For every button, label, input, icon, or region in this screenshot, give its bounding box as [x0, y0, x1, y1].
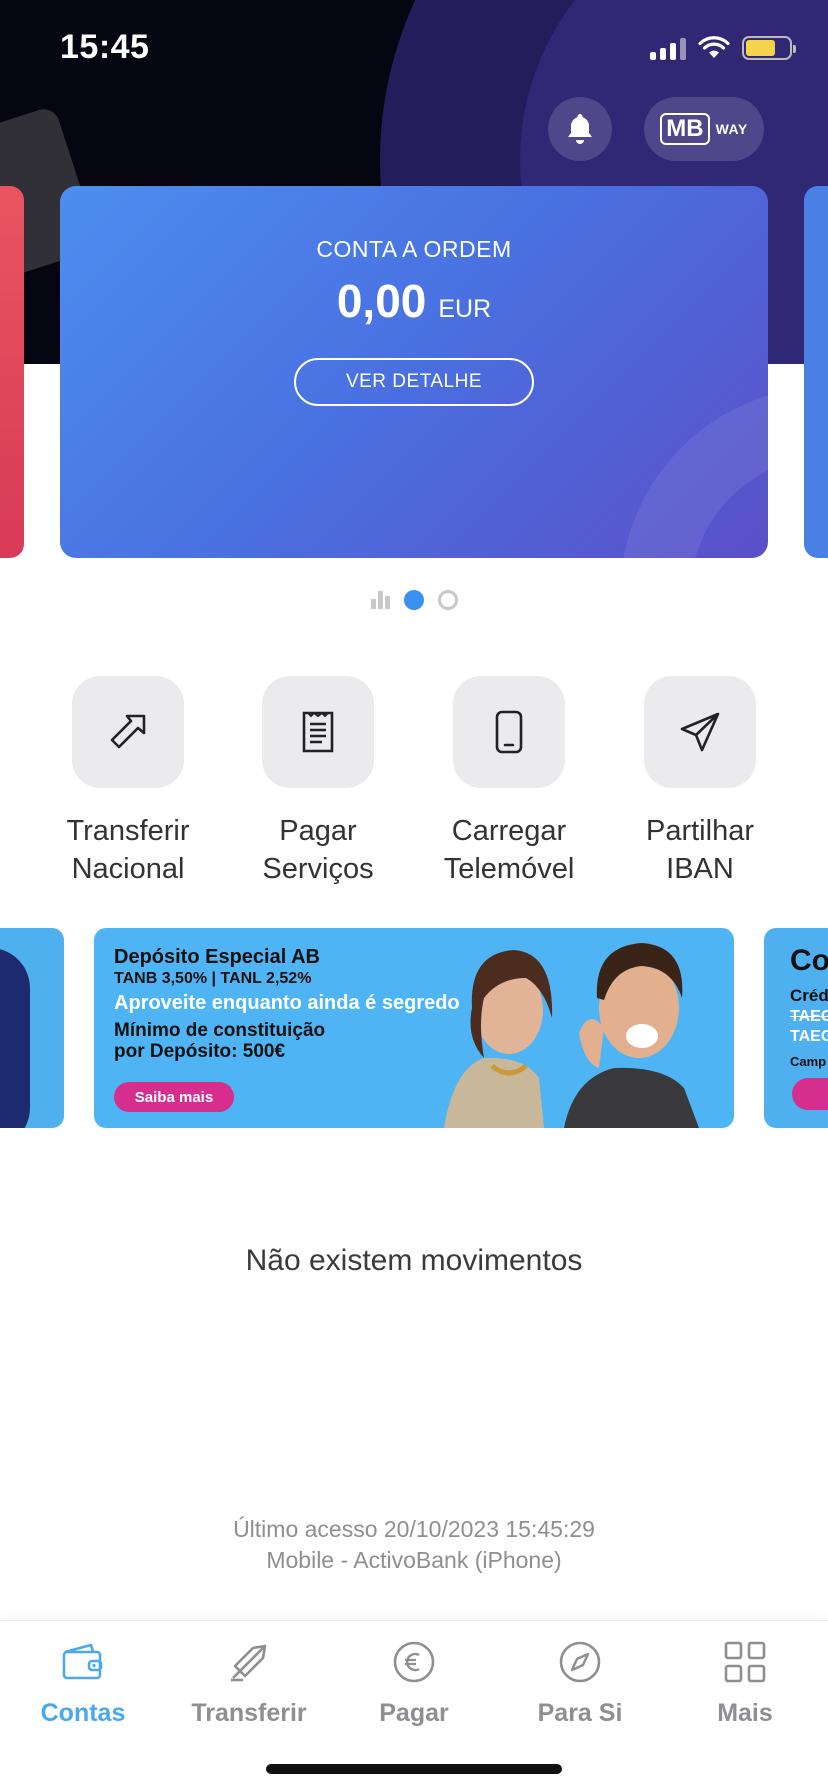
quick-action-share-iban[interactable]: Partilhar IBAN: [605, 676, 795, 888]
transfer-icon: [231, 1644, 267, 1682]
mbway-button[interactable]: MB WAY: [644, 97, 764, 161]
quick-action-label: Partilhar IBAN: [646, 815, 754, 885]
quick-action-transfer-national[interactable]: Transferir Nacional: [33, 676, 223, 888]
carousel-card-next[interactable]: [804, 186, 828, 558]
promo-people-image: [444, 943, 699, 1128]
battery-icon: [742, 36, 796, 60]
promo-banner-next[interactable]: Co Créd TAEG TAEG Camp: [764, 928, 828, 1128]
quick-action-label: Carregar Telemóvel: [443, 815, 575, 885]
promo-next-line4: Camp: [790, 1054, 827, 1069]
promo-minimum-line1: Mínimo de constituição: [114, 1020, 326, 1041]
carousel-pager: [0, 590, 828, 610]
promo-rates: TANB 3,50% | TANL 2,52%: [114, 970, 312, 987]
carousel-card-previous[interactable]: [0, 186, 24, 558]
tab-pagar[interactable]: Pagar: [331, 1637, 497, 1728]
arrow-up-right-icon: [110, 714, 146, 749]
account-card[interactable]: CONTA A ORDEM 0,00 EUR VER DETALHE: [60, 186, 768, 558]
view-detail-button[interactable]: VER DETALHE: [294, 358, 534, 406]
home-indicator[interactable]: [266, 1764, 562, 1774]
mbway-label: WAY: [715, 121, 748, 137]
quick-action-icon-box[interactable]: [262, 676, 374, 788]
tab-label: Para Si: [537, 1699, 623, 1727]
quick-actions: Transferir Nacional Pagar Serviços Carre…: [0, 676, 828, 896]
account-type: CONTA A ORDEM: [316, 236, 512, 262]
card-decoration: [620, 386, 768, 558]
last-access-device: Mobile - ActivoBank (iPhone): [266, 1547, 562, 1573]
movements-empty-message: Não existem movimentos: [245, 1244, 583, 1277]
tab-para-si[interactable]: Para Si: [497, 1637, 663, 1728]
euro-icon: [393, 1641, 435, 1683]
quick-action-pay-services[interactable]: Pagar Serviços: [223, 676, 413, 888]
account-currency: EUR: [438, 295, 492, 323]
chart-icon[interactable]: [370, 591, 390, 609]
tab-contas[interactable]: Contas: [0, 1637, 166, 1728]
promo-next-line2: TAEG: [790, 1008, 828, 1025]
wifi-icon: [698, 36, 730, 58]
promo-next-line1: Créd: [790, 986, 828, 1005]
quick-action-label: Transferir Nacional: [66, 815, 190, 885]
balance-row: 0,00 EUR: [60, 274, 768, 328]
last-access-info: Último acesso 20/10/2023 15:45:29 Mobile…: [0, 1514, 828, 1576]
pager-dot[interactable]: [437, 590, 458, 610]
promo-tagline: Aproveite enquanto ainda é segredo: [114, 992, 460, 1014]
tab-label: Mais: [717, 1699, 773, 1727]
status-icons: [650, 36, 796, 60]
quick-action-icon-box[interactable]: [644, 676, 756, 788]
notifications-button[interactable]: [548, 97, 612, 161]
promo-banner-previous[interactable]: [0, 928, 64, 1128]
phone-icon: [495, 710, 523, 754]
status-time: 15:45: [60, 28, 150, 66]
cellular-signal-icon: [650, 36, 686, 60]
promo-minimum-line2: por Depósito: 500€: [114, 1041, 286, 1062]
promo-title: Depósito Especial AB: [114, 946, 320, 968]
wallet-icon: [62, 1643, 103, 1680]
receipt-icon: [302, 711, 334, 753]
quick-action-icon-box[interactable]: [72, 676, 184, 788]
account-balance: 0,00: [336, 275, 427, 327]
status-bar: 15:45: [0, 0, 828, 100]
bell-icon: [568, 114, 592, 144]
pager-dot-active[interactable]: [403, 590, 424, 610]
promo-person-image: [0, 948, 30, 1128]
mbway-logo: MB: [660, 113, 710, 145]
promo-banner[interactable]: Depósito Especial AB TANB 3,50% | TANL 2…: [94, 928, 734, 1128]
tab-mais[interactable]: Mais: [662, 1637, 828, 1728]
send-icon: [680, 712, 720, 752]
tab-label: Contas: [40, 1699, 126, 1727]
promo-next-line3: TAEG: [790, 1028, 828, 1045]
tab-label: Pagar: [379, 1699, 449, 1727]
quick-action-icon-box[interactable]: [453, 676, 565, 788]
last-access-timestamp: Último acesso 20/10/2023 15:45:29: [233, 1516, 595, 1542]
grid-icon: [724, 1641, 766, 1683]
tab-transferir[interactable]: Transferir: [166, 1637, 332, 1728]
quick-action-label: Pagar Serviços: [262, 815, 374, 885]
promo-learn-more-button[interactable]: Saiba mais: [114, 1082, 234, 1112]
promo-next-title: Co: [790, 944, 828, 977]
tab-label: Transferir: [191, 1699, 307, 1727]
promo-next-button[interactable]: [792, 1078, 828, 1110]
compass-icon: [559, 1641, 601, 1683]
quick-action-topup-mobile[interactable]: Carregar Telemóvel: [414, 676, 604, 888]
